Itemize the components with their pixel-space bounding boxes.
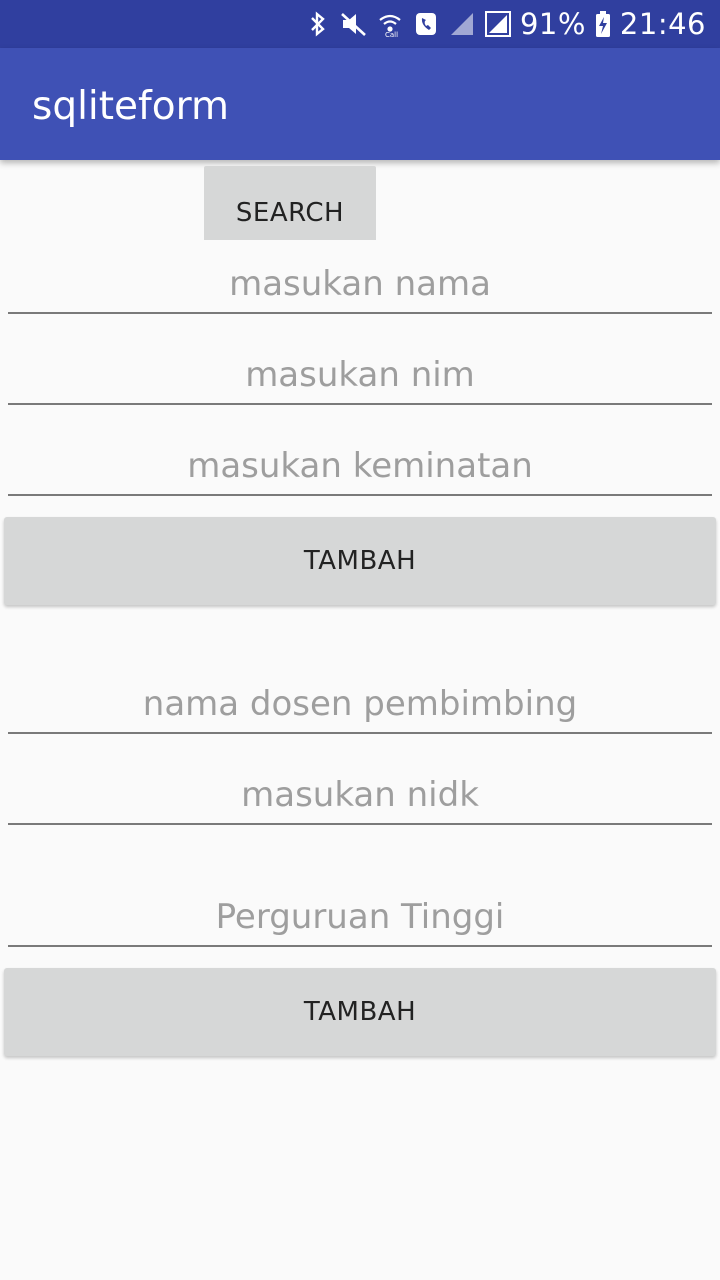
search-button[interactable]: SEARCH — [204, 166, 376, 240]
battery-percent: 91% — [519, 7, 586, 41]
status-icons: Call 91% 21:46 — [304, 0, 706, 48]
app-title: sqliteform — [32, 84, 229, 129]
perguruan-tinggi-placeholder: Perguruan Tinggi — [215, 897, 505, 937]
nama-field[interactable]: masukan nama — [8, 250, 712, 314]
signal-icon — [484, 10, 512, 38]
nidk-field[interactable]: masukan nidk — [8, 761, 712, 825]
tambah-mahasiswa-button[interactable]: TAMBAH — [4, 517, 716, 605]
dosen-placeholder: nama dosen pembimbing — [142, 684, 578, 724]
nim-placeholder: masukan nim — [245, 355, 475, 395]
signal-icon — [448, 10, 476, 38]
status-bar: Call 91% 21:46 — [0, 0, 720, 48]
keminatan-field[interactable]: masukan keminatan — [8, 432, 712, 496]
tambah-dosen-button[interactable]: TAMBAH — [4, 968, 716, 1056]
nama-placeholder: masukan nama — [229, 264, 491, 304]
mute-icon — [340, 10, 368, 38]
app-bar: sqliteform — [0, 48, 720, 160]
clock: 21:46 — [619, 7, 706, 41]
nim-field[interactable]: masukan nim — [8, 341, 712, 405]
phone-icon — [412, 10, 440, 38]
keminatan-placeholder: masukan keminatan — [187, 446, 533, 486]
nidk-placeholder: masukan nidk — [241, 775, 479, 815]
svg-text:Call: Call — [385, 31, 398, 37]
perguruan-tinggi-field[interactable]: Perguruan Tinggi — [8, 883, 712, 947]
dosen-field[interactable]: nama dosen pembimbing — [8, 670, 712, 734]
wifi-call-icon: Call — [376, 10, 404, 38]
battery-charging-icon — [594, 10, 612, 38]
bluetooth-icon — [304, 10, 332, 38]
